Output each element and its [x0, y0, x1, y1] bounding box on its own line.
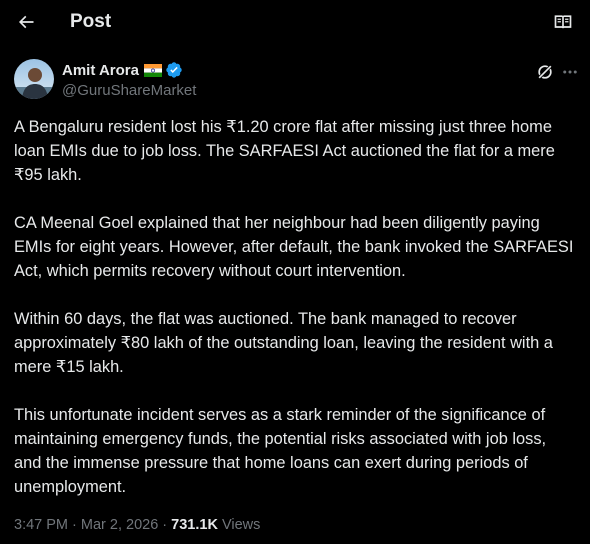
tweet-paragraph: This unfortunate incident serves as a st…: [14, 406, 547, 496]
tweet-paragraph: Within 60 days, the flat was auctioned. …: [14, 310, 553, 376]
tweet-meta: 3:47 PM · Mar 2, 2026 · 731.1K Views: [14, 515, 260, 535]
author-name[interactable]: Amit Arora: [62, 62, 139, 79]
top-bar: Post: [0, 0, 590, 44]
author-handle[interactable]: @GuruShareMarket: [62, 81, 196, 101]
india-flag-icon: [143, 63, 162, 77]
tweet-date[interactable]: Mar 2, 2026: [81, 517, 158, 533]
meta-separator: ·: [158, 517, 172, 533]
reader-mode-icon: [554, 15, 572, 29]
reader-mode-button[interactable]: [552, 11, 574, 33]
arrow-left-icon: [18, 15, 34, 29]
more-options-button[interactable]: [559, 61, 581, 83]
grok-icon: [537, 64, 553, 80]
tweet-text: A Bengaluru resident lost his ₹1.20 cror…: [14, 115, 574, 499]
avatar-image: [14, 59, 54, 99]
tweet-paragraph: A Bengaluru resident lost his ₹1.20 cror…: [14, 118, 555, 184]
grok-button[interactable]: [534, 61, 556, 83]
back-button[interactable]: [10, 6, 42, 38]
verified-badge-icon[interactable]: [165, 61, 183, 79]
meta-separator: ·: [68, 517, 81, 533]
views-label: Views: [217, 517, 261, 533]
avatar[interactable]: [14, 59, 54, 99]
tweet-time[interactable]: 3:47 PM: [14, 517, 68, 533]
page-title: Post: [70, 11, 112, 32]
author-info: Amit Arora @GuruShareMarket: [62, 60, 196, 101]
tweet-paragraph: CA Meenal Goel explained that her neighb…: [14, 214, 574, 280]
views-count: 731.1K: [171, 517, 218, 533]
more-horizontal-icon: [563, 70, 577, 74]
